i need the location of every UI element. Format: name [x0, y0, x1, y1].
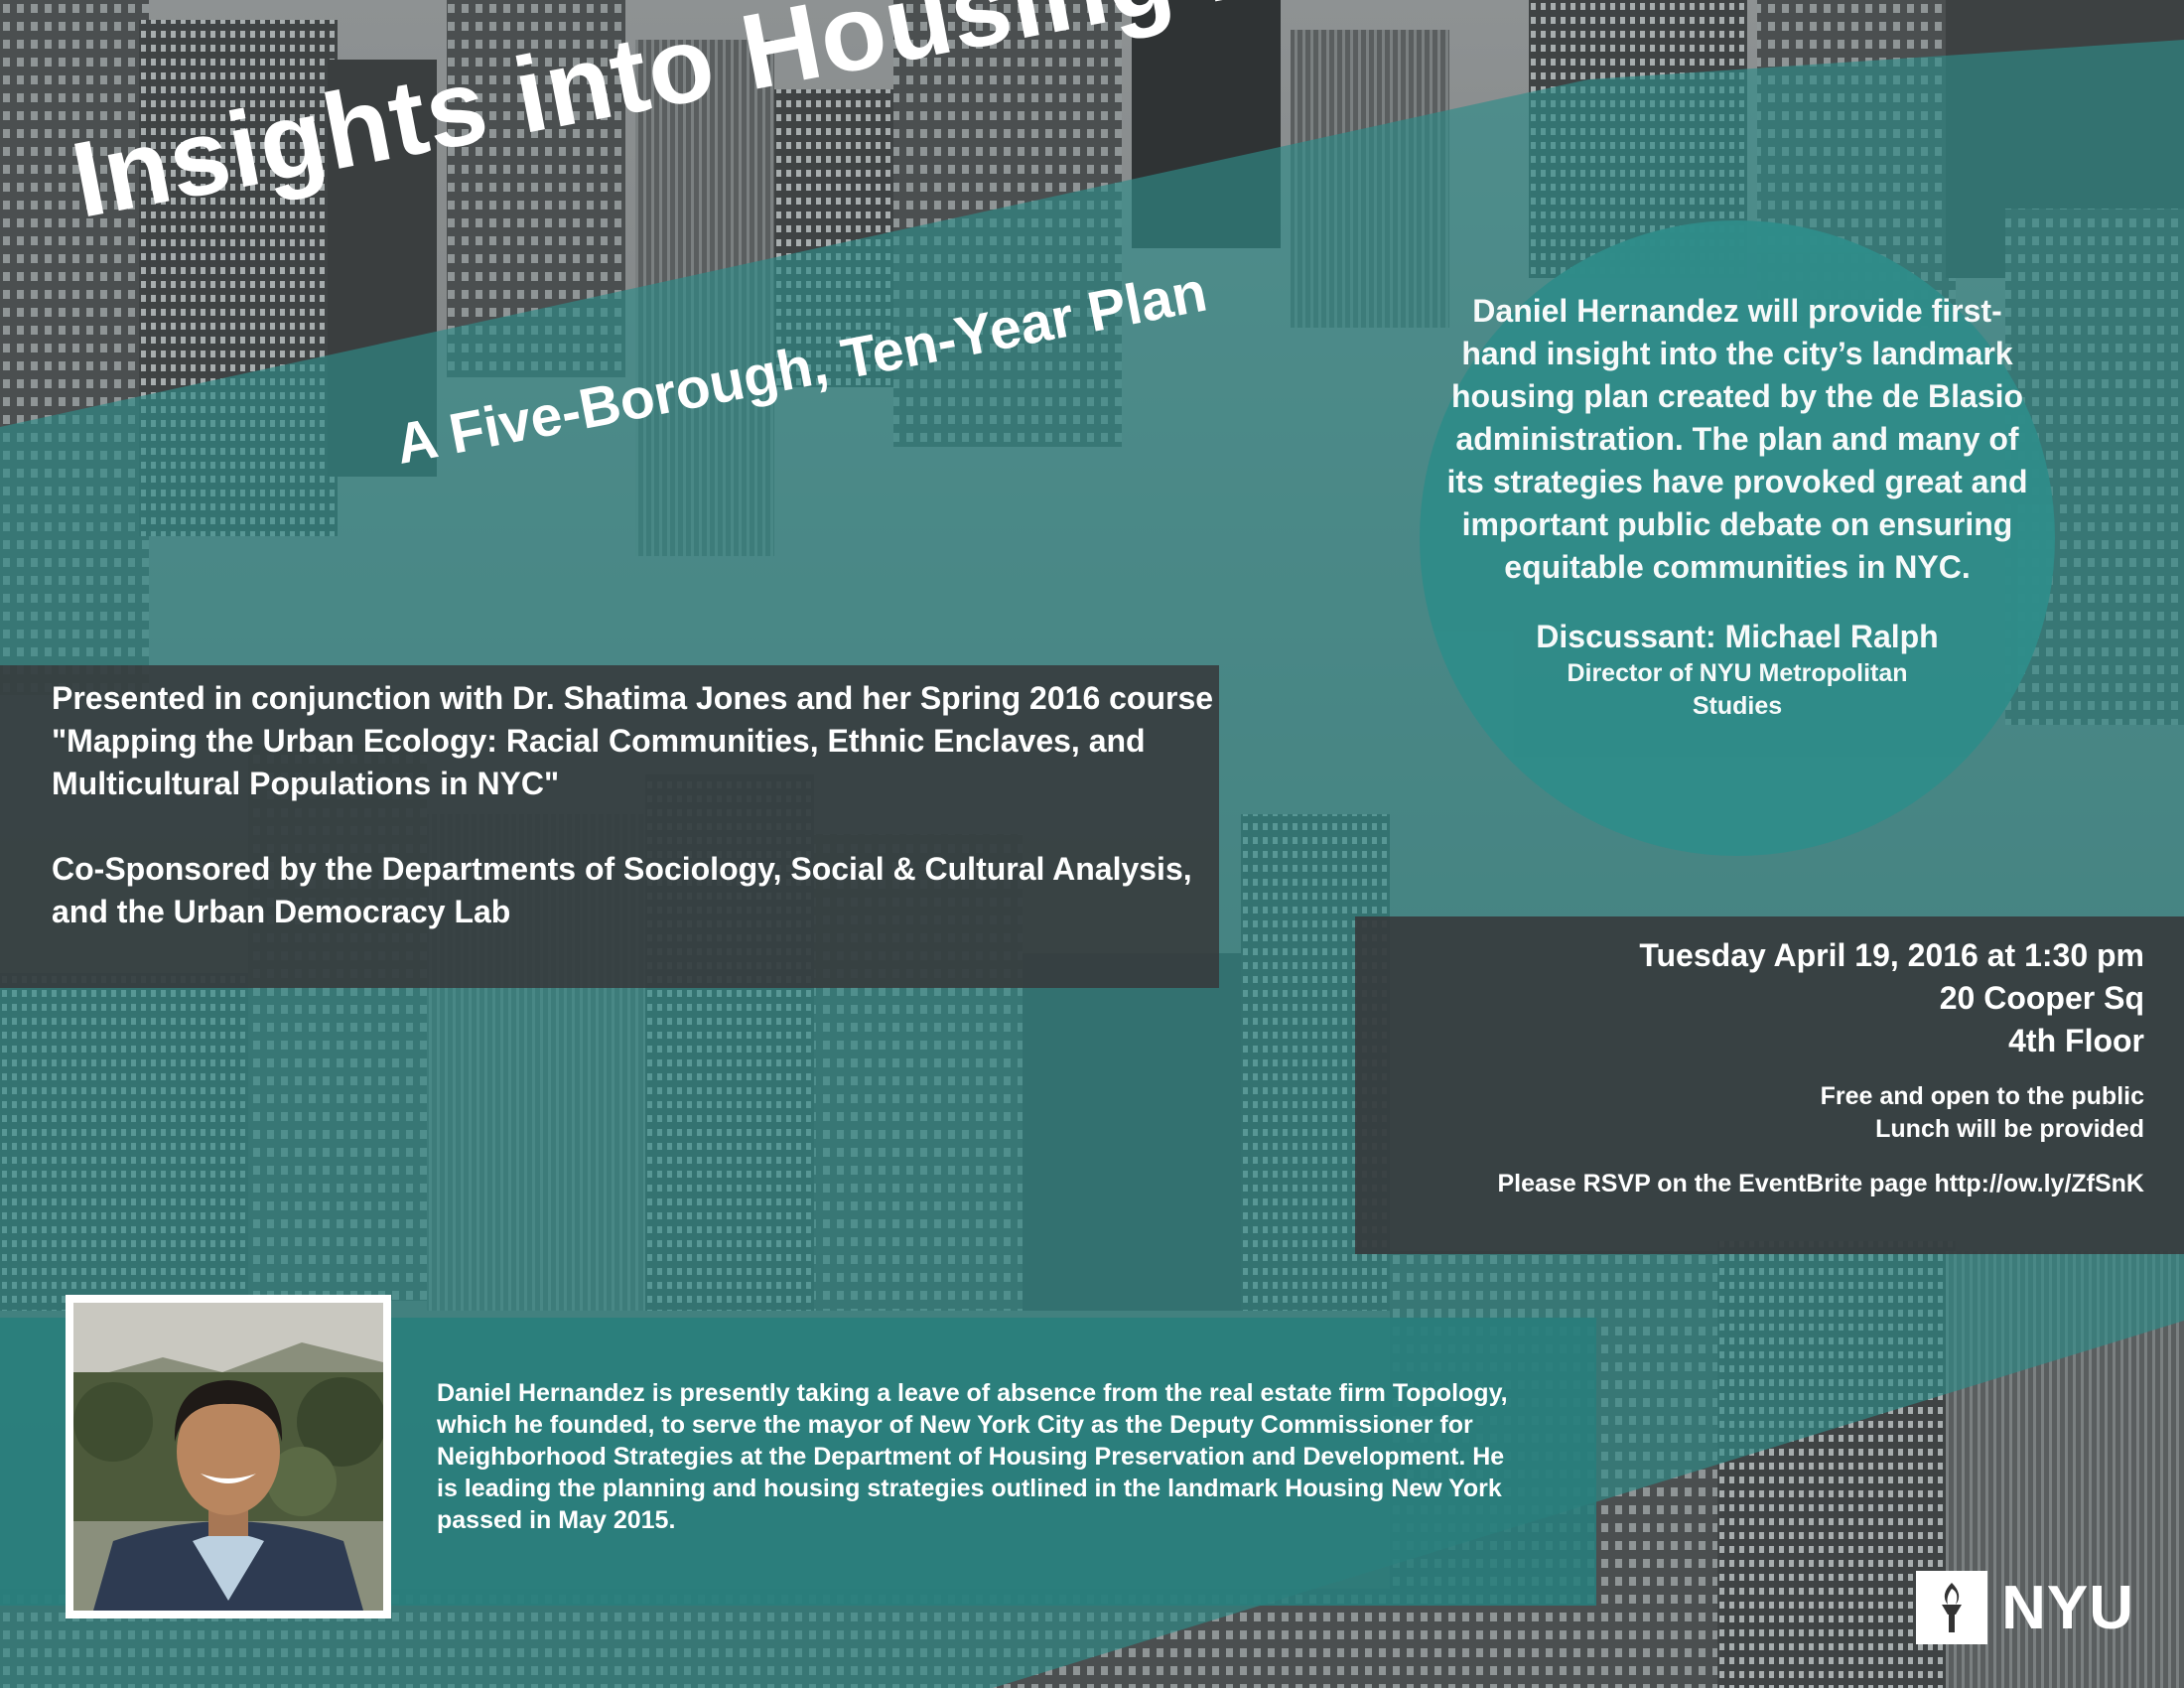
speaker-photo [66, 1295, 391, 1618]
event-floor: 4th Floor [2008, 1023, 2144, 1058]
event-details-panel: Tuesday April 19, 2016 at 1:30 pm 20 Coo… [1355, 916, 2184, 1254]
lunch-note: Lunch will be provided [1875, 1115, 2144, 1143]
discussant-role: Director of NYU Metropolitan Studies [1567, 659, 1908, 720]
presented-panel: Presented in conjunction with Dr. Shatim… [0, 665, 1219, 988]
speaker-portrait-image [73, 1303, 383, 1611]
event-datetime: Tuesday April 19, 2016 at 1:30 pm [1639, 937, 2144, 973]
highlight-circle: Daniel Hernandez will provide first-hand… [1420, 220, 2055, 856]
event-description: Daniel Hernandez will provide first-hand… [1446, 293, 2028, 585]
discussant-name: Discussant: Michael Ralph [1536, 619, 1939, 654]
speaker-bio: Daniel Hernandez is presently taking a l… [437, 1379, 1508, 1534]
rsvp-link[interactable]: Please RSVP on the EventBrite page http:… [1355, 1168, 2144, 1200]
nyu-logo: NYU [1916, 1571, 2134, 1644]
torch-icon [1916, 1571, 1988, 1644]
cosponsors-note: Co-Sponsored by the Departments of Socio… [52, 851, 1192, 929]
logo-text: NYU [2001, 1573, 2134, 1642]
event-address: 20 Cooper Sq [1939, 980, 2144, 1016]
free-note: Free and open to the public [1820, 1082, 2144, 1110]
course-note: Presented in conjunction with Dr. Shatim… [52, 680, 1214, 801]
